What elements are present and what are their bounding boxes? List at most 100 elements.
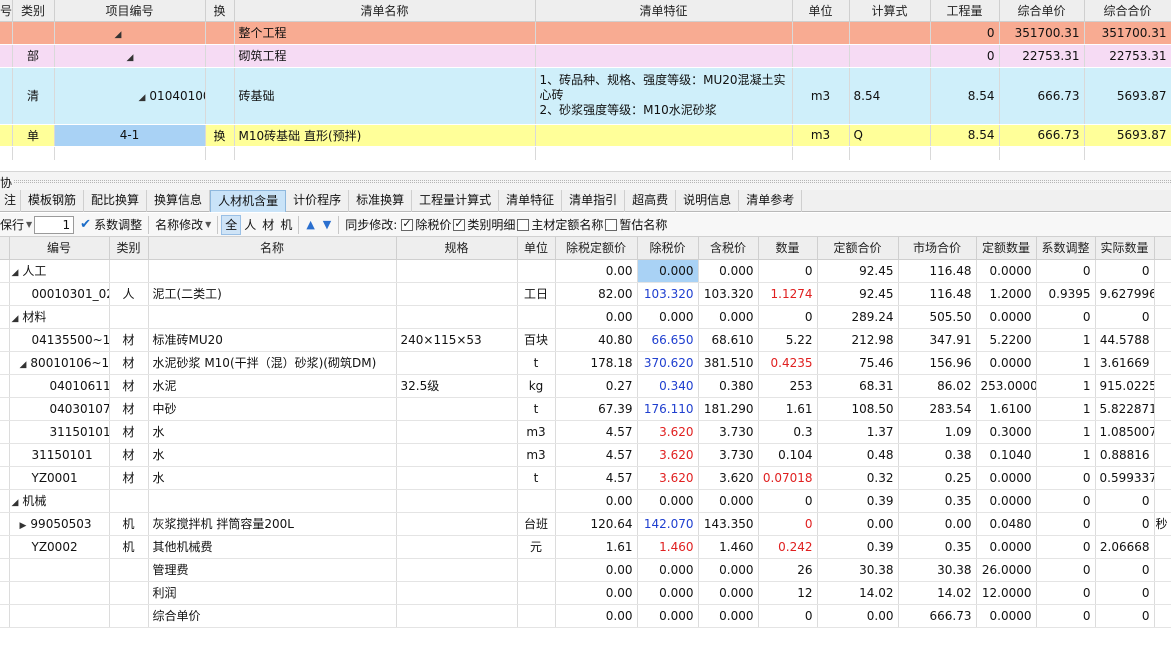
- cell-price-ex-tax[interactable]: 0.000: [637, 604, 699, 628]
- cell-quota-total[interactable]: 0.00: [817, 512, 899, 536]
- checkbox-box[interactable]: [453, 217, 466, 231]
- cell-swap[interactable]: [205, 67, 235, 125]
- cell-spec[interactable]: [396, 420, 518, 444]
- row-gutter[interactable]: [0, 259, 10, 283]
- row-gutter[interactable]: [0, 282, 10, 306]
- cell-category[interactable]: 材: [109, 466, 149, 490]
- cell-market-total[interactable]: 666.73: [898, 604, 977, 628]
- collapse-triangle-icon[interactable]: ◢: [139, 93, 146, 103]
- cell-spec[interactable]: [396, 397, 518, 421]
- cell-code[interactable]: ▶ 99050503: [9, 512, 110, 536]
- cell-coef[interactable]: 0: [1036, 259, 1096, 283]
- move-down-icon[interactable]: ▼: [323, 218, 331, 231]
- cell-spec[interactable]: [396, 443, 518, 467]
- cell-quota-total[interactable]: 30.38: [817, 558, 899, 582]
- cell-quota-qty[interactable]: 0.0000: [976, 305, 1037, 329]
- cell-kind[interactable]: 清: [12, 67, 55, 125]
- cell-code[interactable]: 31150101: [9, 420, 110, 444]
- cell-category[interactable]: 材: [109, 351, 149, 375]
- table-row[interactable]: ◢ 80010106~1 材水泥砂浆 M10(干拌（混）砂浆)(砌筑DM) t 178.…: [0, 351, 1171, 375]
- col-header-spec[interactable]: 规格: [396, 237, 518, 260]
- cell-quota-total[interactable]: 0.39: [817, 535, 899, 559]
- cell-name[interactable]: M10砖基础 直形(预拌): [234, 124, 536, 147]
- cell-spec[interactable]: 32.5级: [396, 374, 518, 398]
- cell-unit[interactable]: t: [517, 466, 556, 490]
- tab-mix-conversion[interactable]: 配比换算: [84, 190, 148, 212]
- filter-material-button[interactable]: 材: [259, 214, 277, 236]
- cell-quota-qty[interactable]: 0.0000: [976, 535, 1037, 559]
- cell-swap[interactable]: [205, 21, 235, 45]
- bill-row-quota[interactable]: 单 4-1 换 M10砖基础 直形(预拌) m3 Q 8.54 666.73 5…: [0, 124, 1171, 147]
- cell-unit[interactable]: m3: [792, 67, 850, 125]
- cell-formula[interactable]: 8.54: [849, 67, 931, 125]
- col-header-quota-price-ex-tax[interactable]: 除税定额价: [555, 237, 638, 260]
- cell-unit-price[interactable]: 22753.31: [999, 44, 1085, 68]
- cell-name[interactable]: 水: [148, 443, 397, 467]
- cell-code[interactable]: [9, 604, 110, 628]
- cell-kind[interactable]: 单: [12, 124, 55, 147]
- cell-price-inc-tax[interactable]: 181.290: [698, 397, 759, 421]
- cell-unit[interactable]: [517, 558, 556, 582]
- cell-spec[interactable]: [396, 581, 518, 605]
- table-row[interactable]: 04010611 材水泥 32.5级 kg 0.27 0.340 0.380 253 68.31…: [0, 374, 1171, 398]
- cell-total[interactable]: 351700.31: [1084, 21, 1171, 45]
- splitter-grip[interactable]: [14, 180, 1171, 183]
- cell-actual-qty[interactable]: 0.88816: [1095, 443, 1155, 467]
- cell-spec[interactable]: [396, 259, 518, 283]
- cell-name[interactable]: 砌筑工程: [234, 44, 536, 68]
- row-gutter[interactable]: [0, 558, 10, 582]
- cell-actual-qty[interactable]: 3.61669: [1095, 351, 1155, 375]
- cell-category[interactable]: 材: [109, 374, 149, 398]
- cell-actual-qty[interactable]: 9.627996: [1095, 282, 1155, 306]
- cell-qty[interactable]: 0: [758, 512, 818, 536]
- col-header-quota-qty[interactable]: 定额数量: [976, 237, 1037, 260]
- row-gutter[interactable]: [0, 535, 10, 559]
- cell-price-inc-tax[interactable]: 0.000: [698, 604, 759, 628]
- tab-formwork-rebar[interactable]: 模板钢筋: [21, 190, 85, 212]
- cell-actual-qty[interactable]: 915.02257: [1095, 374, 1155, 398]
- row-count-input[interactable]: 1: [34, 215, 75, 234]
- group-row[interactable]: ◢ 人工 0.00 0.000 0.000 0 92.45 116.48 0.0000 0 0: [0, 259, 1171, 283]
- row-gutter[interactable]: [0, 374, 10, 398]
- cell-actual-qty[interactable]: 0: [1095, 581, 1155, 605]
- cell-name[interactable]: 砖基础: [234, 67, 536, 125]
- cell-code[interactable]: ◢ 机械: [9, 489, 110, 513]
- cell-name[interactable]: 水泥砂浆 M10(干拌（混）砂浆)(砌筑DM): [148, 351, 397, 375]
- row-gutter[interactable]: [0, 581, 10, 605]
- cell-market-total[interactable]: 0.00: [898, 512, 977, 536]
- cell-coef[interactable]: 1: [1036, 351, 1096, 375]
- cell-quota-total[interactable]: 212.98: [817, 328, 899, 352]
- cell-quota-total[interactable]: 0.00: [817, 604, 899, 628]
- cell-quota-price-ex-tax[interactable]: 178.18: [555, 351, 638, 375]
- cell-category[interactable]: [109, 305, 149, 329]
- cell-price-inc-tax[interactable]: 68.610: [698, 328, 759, 352]
- checkbox-box[interactable]: [605, 218, 618, 231]
- cell-category[interactable]: [109, 581, 149, 605]
- cell-market-total[interactable]: 0.38: [898, 443, 977, 467]
- table-row[interactable]: 31150101 材水 m3 4.57 3.620 3.730 0.3 1.37 1.09 0.3…: [0, 420, 1171, 444]
- cell-code[interactable]: 04010611: [9, 374, 110, 398]
- cell-coef[interactable]: 1: [1036, 374, 1096, 398]
- cell-formula[interactable]: [849, 21, 931, 45]
- cell-unit[interactable]: 百块: [517, 328, 556, 352]
- cell-coef[interactable]: 0.9395: [1036, 282, 1096, 306]
- cell-unit[interactable]: [792, 21, 850, 45]
- cell-price-ex-tax[interactable]: 103.320: [637, 282, 699, 306]
- col-header-code[interactable]: 编号: [9, 237, 110, 260]
- cell-code[interactable]: 00010301_02: [9, 282, 110, 306]
- cell-name[interactable]: 水: [148, 420, 397, 444]
- cell-unit-price[interactable]: 666.73: [999, 67, 1085, 125]
- col-header-price-ex-tax[interactable]: 除税价: [637, 237, 699, 260]
- cell-quota-price-ex-tax[interactable]: 4.57: [555, 420, 638, 444]
- summary-row[interactable]: 综合单价 0.00 0.000 0.000 0 0.00 666.73 0.0000 0 0: [0, 604, 1171, 628]
- cell-name[interactable]: 其他机械费: [148, 535, 397, 559]
- cell-spec[interactable]: 240×115×53: [396, 328, 518, 352]
- col-header-qty[interactable]: 工程量: [930, 0, 1000, 22]
- cell-feature[interactable]: 1、砖品种、规格、强度等级：MU20混凝土实 心砖 2、砂浆强度等级：M10水泥…: [535, 67, 793, 125]
- cell-quota-total[interactable]: 0.39: [817, 489, 899, 513]
- cell-market-total[interactable]: 347.91: [898, 328, 977, 352]
- cell-unit[interactable]: kg: [517, 374, 556, 398]
- cell-quota-total[interactable]: 75.46: [817, 351, 899, 375]
- cell-qty[interactable]: 0: [930, 21, 1000, 45]
- row-gutter[interactable]: [0, 397, 10, 421]
